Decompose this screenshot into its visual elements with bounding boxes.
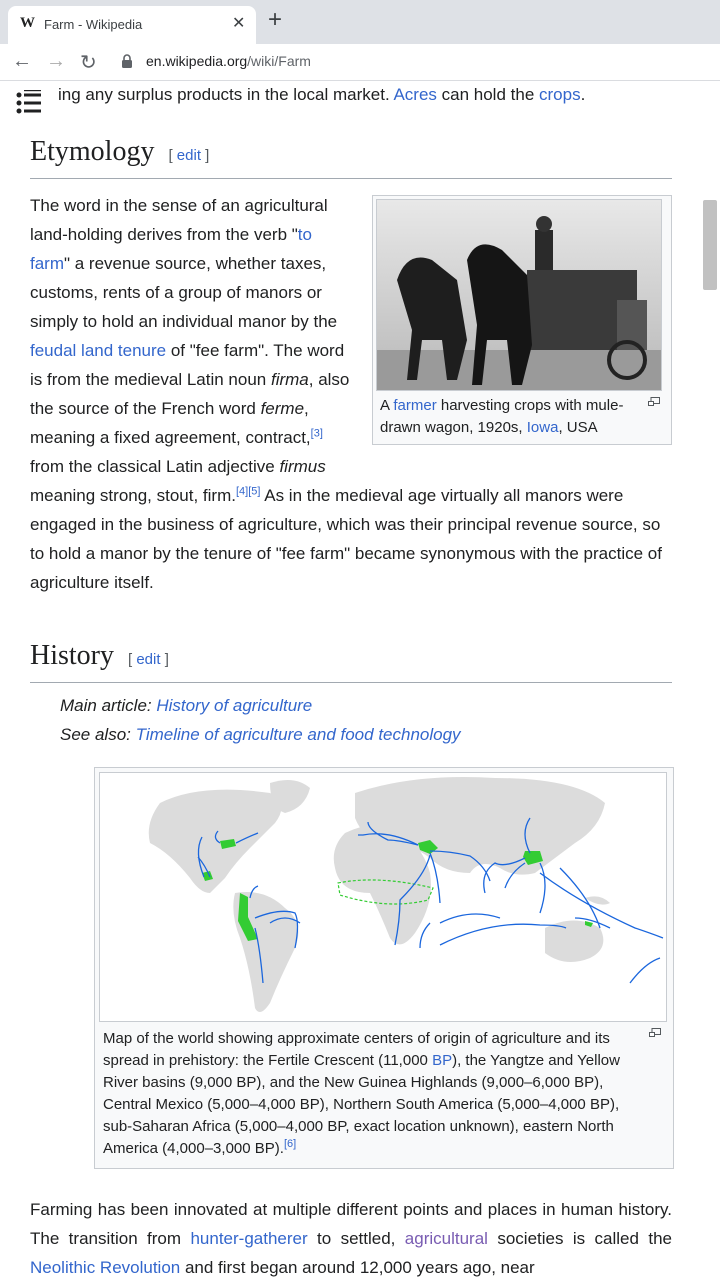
caption-text: , USA <box>558 419 598 436</box>
farmer-image-caption: A farmer harvesting crops with mule-draw… <box>376 391 668 441</box>
history-text: and first began around 12,000 years ago,… <box>180 1258 535 1277</box>
etymology-text: The word in the sense of an agricultural… <box>30 196 328 244</box>
browser-tab-bar: W Farm - Wikipedia ✕ + <box>0 0 720 44</box>
hatnote-label: Main article: <box>60 696 157 715</box>
lead-paragraph-end: ing any surplus products in the local ma… <box>58 80 585 109</box>
history-text: to settled, <box>307 1229 405 1248</box>
toc-list-icon[interactable] <box>16 90 42 116</box>
etymology-text: meaning strong, stout, firm. <box>30 486 236 505</box>
farmer-image-thumb: A farmer harvesting crops with mule-draw… <box>372 195 672 445</box>
history-title: History <box>30 640 114 671</box>
close-icon[interactable]: ✕ <box>232 13 245 33</box>
browser-tab[interactable]: W Farm - Wikipedia ✕ <box>8 6 256 44</box>
reference-5-link[interactable]: [5] <box>248 485 260 497</box>
history-of-agriculture-link[interactable]: History of agriculture <box>156 696 312 715</box>
reference-3-link[interactable]: [3] <box>311 427 323 439</box>
page-scrollbar[interactable] <box>703 200 717 290</box>
wikipedia-favicon-icon: W <box>20 15 35 31</box>
bp-link[interactable]: BP <box>432 1052 452 1069</box>
etymology-section: Etymology[ edit ] A farmer harvesting cr… <box>30 134 672 597</box>
lock-icon <box>122 54 132 68</box>
feudal-land-tenure-link[interactable]: feudal land tenure <box>30 341 166 360</box>
agricultural-link[interactable]: agricultural <box>405 1229 488 1248</box>
iowa-link[interactable]: Iowa <box>527 419 559 436</box>
back-arrow-icon[interactable]: ← <box>12 50 32 73</box>
hunter-gatherer-link[interactable]: hunter-gatherer <box>190 1229 307 1248</box>
history-section: History[ edit ] Main article: History of… <box>30 638 674 1282</box>
etymology-heading: Etymology[ edit ] <box>30 134 672 179</box>
reload-icon[interactable]: ↻ <box>80 50 97 75</box>
url-field[interactable]: en.wikipedia.org/wiki/Farm <box>146 53 311 69</box>
world-agriculture-map[interactable] <box>99 772 667 1022</box>
see-also-hatnote: See also: Timeline of agriculture and fo… <box>30 720 672 749</box>
history-heading: History[ edit ] <box>30 638 672 683</box>
url-path: /wiki/Farm <box>247 53 311 69</box>
agriculture-map-thumb: Map of the world showing approximate cen… <box>94 767 674 1169</box>
hatnote-label: See also: <box>60 725 136 744</box>
forward-arrow-icon[interactable]: → <box>46 50 66 73</box>
magnify-icon[interactable] <box>649 1028 661 1037</box>
etymology-text: from the classical Latin adjective <box>30 457 280 476</box>
caption-text: A <box>380 397 394 414</box>
etymology-paragraph: A farmer harvesting crops with mule-draw… <box>30 191 672 597</box>
crops-link[interactable]: crops <box>539 85 581 104</box>
history-text: societies is called the <box>487 1229 672 1248</box>
lead-text: . <box>580 85 586 104</box>
url-host: en.wikipedia.org <box>146 53 248 69</box>
neolithic-revolution-link[interactable]: Neolithic Revolution <box>30 1258 180 1277</box>
reference-4-link[interactable]: [4] <box>236 485 248 497</box>
tab-title: Farm - Wikipedia <box>44 17 143 32</box>
main-article-hatnote: Main article: History of agriculture <box>30 691 672 720</box>
magnify-icon[interactable] <box>648 397 660 406</box>
lead-text: ing any surplus products in the local ma… <box>58 85 394 104</box>
farmer-link[interactable]: farmer <box>393 397 436 414</box>
lead-text: can hold the <box>436 85 539 104</box>
reference-6-link[interactable]: [6] <box>284 1138 296 1150</box>
term-firma: firma <box>270 370 309 389</box>
etymology-edit-link[interactable]: edit <box>177 147 201 164</box>
term-firmus: firmus <box>279 457 326 476</box>
etymology-title: Etymology <box>30 136 155 167</box>
term-ferme: ferme <box>260 399 305 418</box>
history-paragraph: Farming has been innovated at multiple d… <box>30 1195 672 1282</box>
farmer-photo[interactable] <box>376 199 662 391</box>
map-caption: Map of the world showing approximate cen… <box>99 1022 669 1164</box>
plus-icon[interactable]: + <box>268 8 282 32</box>
address-bar: ← → ↻ en.wikipedia.org/wiki/Farm <box>0 44 720 81</box>
history-edit-link[interactable]: edit <box>136 651 160 668</box>
timeline-agriculture-link[interactable]: Timeline of agriculture and food technol… <box>136 725 461 744</box>
etymology-text: " a revenue source, whether taxes, custo… <box>30 254 338 331</box>
acres-link[interactable]: Acres <box>393 85 436 104</box>
